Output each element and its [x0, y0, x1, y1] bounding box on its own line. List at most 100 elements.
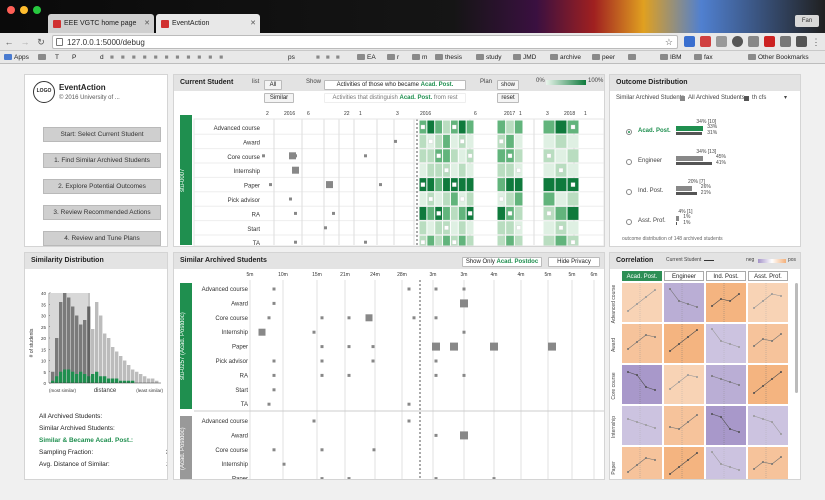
histogram-bar[interactable] [115, 351, 119, 384]
plan-heat-cell[interactable] [443, 149, 450, 163]
review-tune-plans-button[interactable]: 4. Review and Tune Plans [43, 231, 161, 246]
plan-heat-cell[interactable] [450, 192, 458, 206]
histogram-bar[interactable] [111, 347, 115, 383]
bookmark-folder-r[interactable]: r [387, 51, 399, 64]
histogram-bar-outcome[interactable] [111, 378, 115, 384]
plan-event-mark[interactable] [546, 211, 552, 216]
histogram-bar[interactable] [135, 371, 139, 383]
explore-outcomes-button[interactable]: 2. Explore Potential Outcomes [43, 179, 161, 194]
bookmark-folder-ibm[interactable]: IBM [660, 51, 682, 64]
bookmark-folder-fax[interactable]: fax [694, 51, 713, 64]
plan-heat-cell[interactable] [443, 235, 450, 247]
plan-heat-cell[interactable] [497, 221, 506, 235]
plan-heat-cell[interactable] [427, 221, 435, 235]
extension-icon[interactable] [716, 36, 727, 47]
plan-event-mark[interactable] [444, 168, 449, 173]
plan-event-mark[interactable] [546, 153, 552, 158]
correlation-cell[interactable] [622, 447, 662, 479]
histogram-bar-outcome[interactable] [59, 371, 63, 383]
plan-event-mark[interactable] [420, 124, 426, 130]
extension-icon[interactable] [780, 36, 791, 47]
correlation-cell[interactable] [748, 447, 788, 479]
plan-heat-cell[interactable] [443, 192, 450, 206]
plan-heat-cell[interactable] [543, 235, 555, 247]
dropdown-chevron-icon[interactable]: ▾ [784, 94, 787, 101]
plan-heat-cell[interactable] [514, 206, 523, 220]
plan-heat-cell[interactable] [497, 206, 506, 220]
outcome-radio-0[interactable] [626, 129, 632, 135]
extension-icon[interactable] [748, 36, 759, 47]
archived-event-mark[interactable] [365, 314, 373, 322]
bookmark-folder-study[interactable]: study [476, 51, 502, 64]
archived-event-mark[interactable] [407, 287, 411, 291]
plan-event-mark[interactable] [460, 196, 465, 202]
archived-event-mark[interactable] [434, 373, 438, 377]
outcome-radio-2[interactable] [626, 189, 632, 195]
archived-event-mark[interactable] [312, 419, 316, 423]
plan-heat-cell[interactable] [506, 221, 514, 235]
plan-heat-cell[interactable] [514, 134, 523, 148]
plan-heat-cell[interactable] [466, 221, 474, 235]
archived-event-mark[interactable] [462, 287, 466, 291]
plan-event-mark[interactable] [558, 225, 564, 230]
similarity-histogram[interactable]: 40 35 30 25 20 15 10 5 0 # of students (most simil… [25, 271, 168, 411]
plan-heat-cell[interactable] [543, 120, 555, 134]
correlation-cell[interactable] [664, 447, 704, 479]
archived-event-mark[interactable] [347, 477, 351, 480]
plan-heat-cell[interactable] [497, 163, 506, 177]
plan-heat-cell[interactable] [506, 192, 514, 206]
close-window-button[interactable] [7, 6, 15, 14]
plan-event-mark[interactable] [452, 182, 457, 187]
archived-event-mark[interactable] [434, 433, 438, 437]
histogram-bar-outcome[interactable] [123, 380, 127, 383]
histogram-bar-outcome[interactable] [95, 371, 99, 383]
bookmark-item[interactable] [628, 51, 638, 64]
archived-event-mark[interactable] [347, 345, 351, 349]
plan-heat-cell[interactable] [419, 134, 427, 148]
plan-heat-cell[interactable] [435, 134, 443, 148]
address-bar[interactable]: 127.0.0.1:5000/debug ☆ [52, 35, 678, 49]
archived-event-mark[interactable] [272, 287, 276, 291]
correlation-cell[interactable] [664, 365, 704, 404]
bookmark-item[interactable]: P [72, 51, 76, 64]
plan-heat-cell[interactable] [466, 178, 474, 192]
plan-heat-cell[interactable] [443, 134, 450, 148]
plan-heat-cell[interactable] [466, 192, 474, 206]
archived-event-mark[interactable] [282, 462, 286, 466]
archived-event-mark[interactable] [460, 431, 468, 440]
histogram-bar-outcome[interactable] [55, 376, 59, 383]
archived-event-mark[interactable] [320, 345, 324, 349]
plan-heat-cell[interactable] [514, 235, 523, 247]
plan-event-mark[interactable] [467, 211, 473, 216]
plan-event-mark[interactable] [570, 124, 576, 130]
archived-event-mark[interactable] [347, 316, 351, 320]
plan-heat-cell[interactable] [497, 149, 506, 163]
plan-heat-cell[interactable] [567, 221, 579, 235]
histogram-bar[interactable] [127, 365, 131, 383]
archived-event-mark[interactable] [312, 330, 316, 334]
plan-heat-cell[interactable] [466, 235, 474, 247]
correlation-cell[interactable] [748, 283, 788, 322]
histogram-bar[interactable] [139, 374, 143, 383]
histogram-bar[interactable] [107, 338, 111, 383]
gmail-extension-icon[interactable] [700, 36, 711, 47]
archived-event-mark[interactable] [432, 342, 440, 351]
back-arrow-icon[interactable]: ← [3, 36, 15, 48]
histogram-bar-outcome[interactable] [119, 380, 123, 383]
plan-heat-cell[interactable] [450, 149, 458, 163]
close-tab-icon[interactable]: ✕ [144, 14, 150, 33]
minimize-window-button[interactable] [20, 6, 28, 14]
plan-heat-cell[interactable] [458, 206, 466, 220]
archived-event-mark[interactable] [272, 359, 276, 363]
other-bookmarks[interactable]: Other Bookmarks [748, 51, 809, 64]
bookmark-folder-peer[interactable]: peer [592, 51, 615, 64]
plan-heat-cell[interactable] [435, 221, 443, 235]
histogram-bar-outcome[interactable] [115, 378, 119, 384]
plan-event-mark[interactable] [499, 196, 504, 202]
archived-event-mark[interactable] [371, 359, 375, 363]
plan-heat-cell[interactable] [458, 149, 466, 163]
plan-heat-cell[interactable] [506, 163, 514, 177]
plan-heat-cell[interactable] [567, 192, 579, 206]
bookmark-folder-thesis[interactable]: thesis [435, 51, 462, 64]
histogram-bar-outcome[interactable] [99, 376, 103, 383]
